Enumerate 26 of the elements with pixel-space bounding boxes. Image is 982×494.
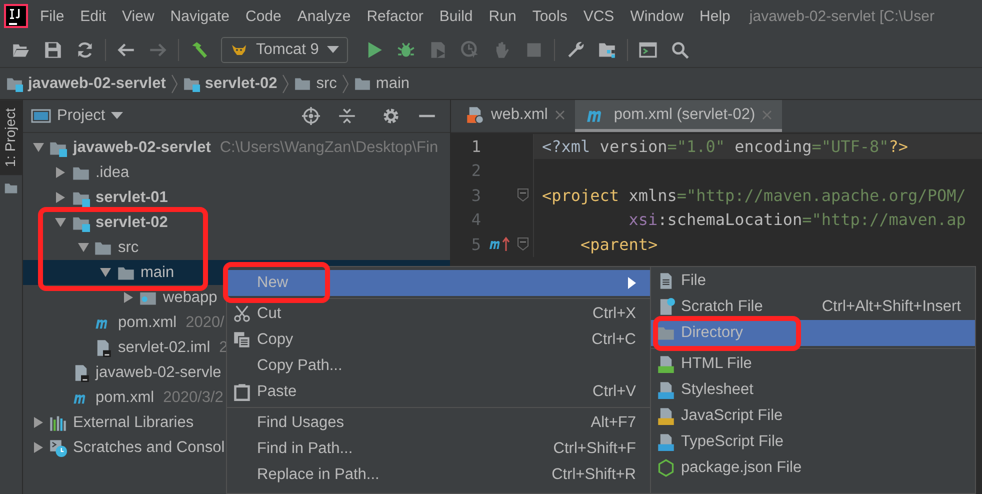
item-label: src bbox=[118, 238, 139, 256]
line-number: 2 bbox=[470, 161, 481, 180]
item-label: servlet-01 bbox=[96, 188, 168, 206]
code-line: <?xml version="1.0" encoding="UTF-8"?> bbox=[542, 136, 908, 156]
item-label: .idea bbox=[96, 164, 130, 182]
item-label: main bbox=[140, 264, 174, 282]
item-label: servlet-02 bbox=[96, 214, 168, 232]
code-line: xsi:schemaLocation="http://maven.ap bbox=[628, 210, 966, 230]
item-label: javaweb-02-servlet bbox=[73, 138, 211, 156]
item-label: pom.xml bbox=[118, 314, 177, 332]
item-label: webapp bbox=[163, 288, 218, 306]
line-number: 4 bbox=[470, 210, 481, 230]
item-label: javaweb-02-servle bbox=[96, 364, 222, 382]
window-title: javaweb-02-servlet [C:\User bbox=[749, 8, 934, 24]
line-number: 1 bbox=[470, 136, 481, 156]
code-line: <project xmlns="http://maven.apache.org/POM/ bbox=[542, 186, 966, 205]
line-number: 5 bbox=[470, 234, 481, 254]
path-hint: 2020/ bbox=[186, 314, 224, 332]
path-hint: 2020/3/2 bbox=[163, 388, 224, 406]
item-label: Scratches and Consol bbox=[73, 438, 225, 456]
code-line: <parent> bbox=[580, 234, 658, 254]
line-number: 3 bbox=[470, 186, 481, 205]
item-label: pom.xml bbox=[96, 388, 154, 406]
item-label: servlet-02.iml bbox=[118, 338, 210, 356]
item-label: External Libraries bbox=[73, 414, 194, 432]
path-hint: C:\Users\WangZan\Desktop\Fin bbox=[220, 138, 438, 156]
